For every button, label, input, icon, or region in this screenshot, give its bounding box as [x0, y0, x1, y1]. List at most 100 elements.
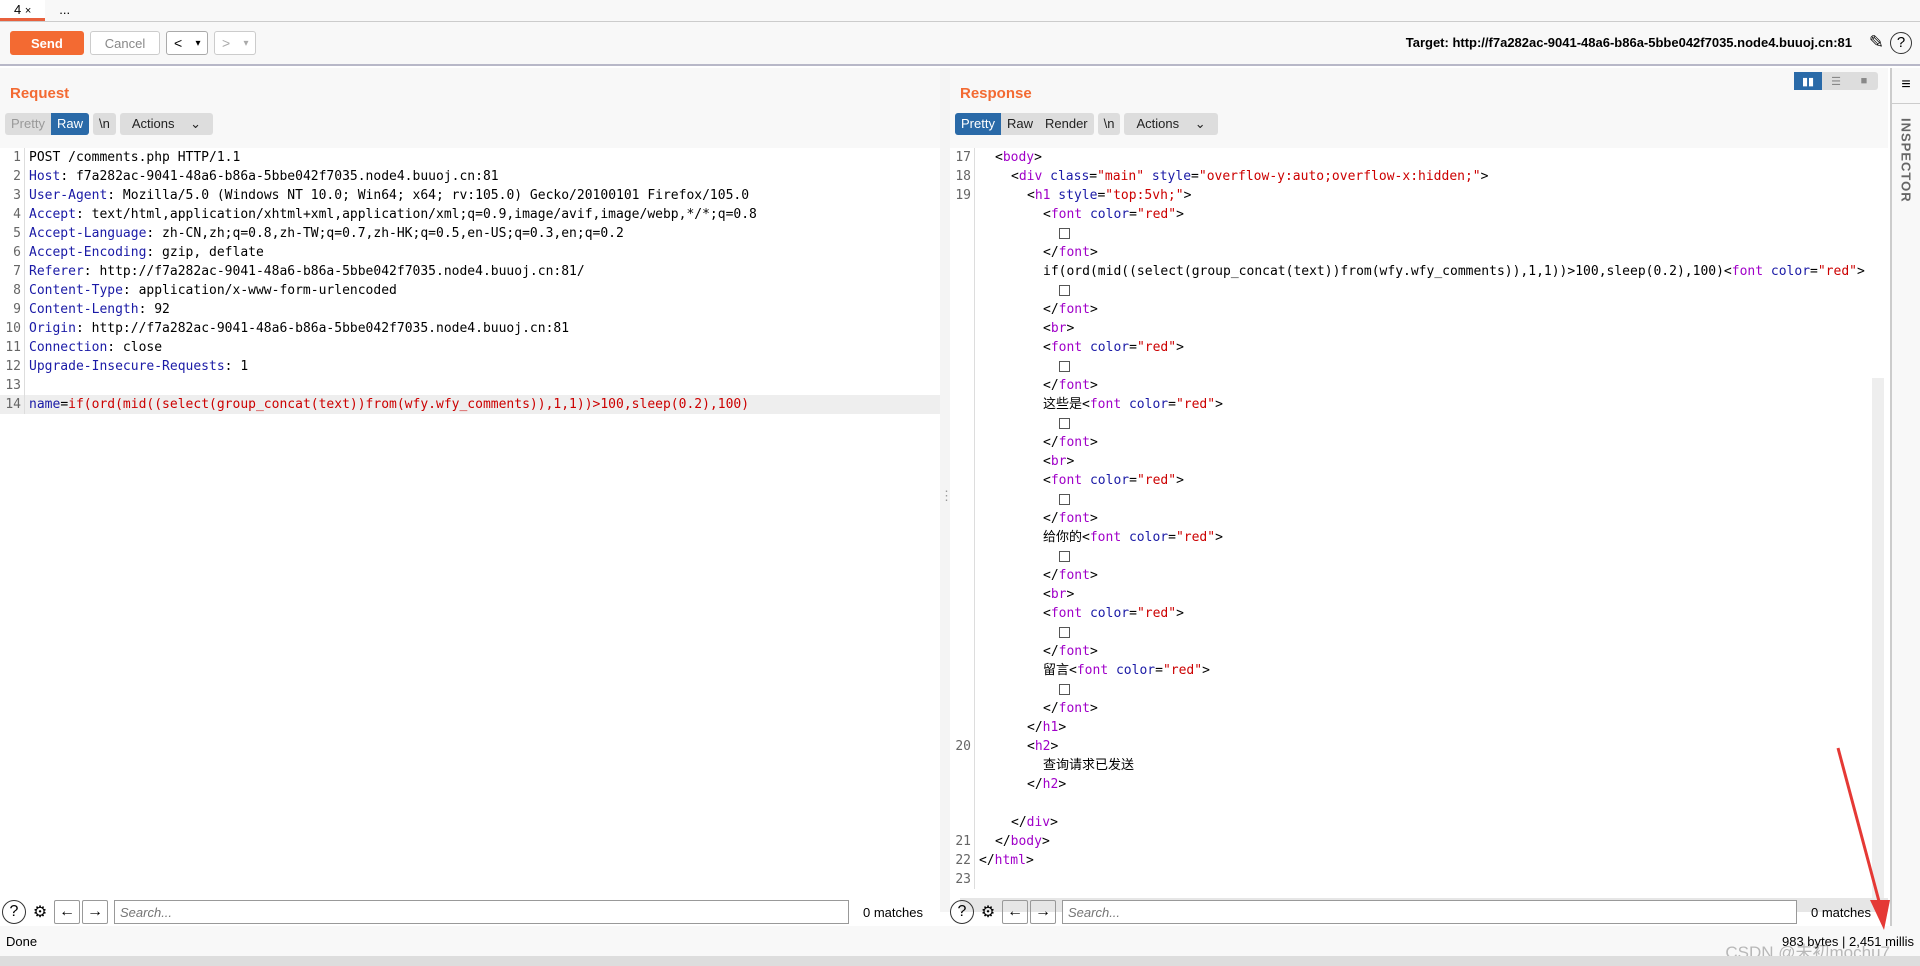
- code-token: >: [1025, 853, 1034, 868]
- code-token: <: [1723, 264, 1732, 279]
- close-icon[interactable]: ×: [25, 5, 31, 17]
- layout-side-by-side-icon[interactable]: ▮▮: [1794, 72, 1822, 90]
- help-icon[interactable]: ?: [1890, 32, 1912, 54]
- code-token: =: [1129, 606, 1137, 621]
- missing-glyph-icon: [1059, 418, 1070, 429]
- actions-menu[interactable]: Actions ⌄: [1124, 113, 1217, 135]
- code-token: h1: [1042, 720, 1059, 735]
- code-token: =: [1089, 169, 1098, 184]
- line-number: 17: [955, 150, 971, 165]
- line-number: 1: [13, 150, 21, 165]
- line-number: [950, 376, 974, 395]
- send-button[interactable]: Send: [10, 31, 84, 55]
- line-number: [950, 433, 974, 452]
- target-url[interactable]: Target: http://f7a282ac-9041-48a6-b86a-5…: [1406, 35, 1852, 50]
- code-line: 8 Content-Type: application/x-www-form-ur…: [0, 281, 940, 300]
- request-editor[interactable]: 1 POST /comments.php HTTP/1.1 2 Host: f7a28…: [0, 148, 940, 912]
- code-token: : http://f7a282ac-9041-48a6-b86a-5bbe042…: [75, 321, 570, 336]
- cancel-button[interactable]: Cancel: [89, 31, 161, 55]
- code-token: =: [1155, 663, 1163, 678]
- line-number: [950, 262, 974, 281]
- chevron-down-icon[interactable]: ▾: [196, 38, 201, 49]
- response-title: Response: [960, 85, 1032, 102]
- line-number: 7: [13, 264, 21, 279]
- line-number: 18: [955, 169, 971, 184]
- response-view-toggle: Pretty Raw Render: [955, 113, 1094, 135]
- code-token: style: [1050, 188, 1098, 203]
- line-number: [950, 319, 974, 338]
- line-number: [950, 414, 974, 433]
- code-line: <font color="red">: [950, 471, 1868, 490]
- next-match-icon[interactable]: →: [82, 900, 108, 924]
- inspector-menu-icon[interactable]: ≡: [1892, 68, 1920, 104]
- code-line: [950, 224, 1868, 243]
- line-number: 4: [13, 207, 21, 222]
- code-line: 12 Upgrade-Insecure-Requests: 1: [0, 357, 940, 376]
- line-number: 6: [13, 245, 21, 260]
- code-line: </font>: [950, 699, 1868, 718]
- view-render[interactable]: Render: [1039, 113, 1094, 135]
- code-token: body: [1010, 834, 1042, 849]
- line-number: [950, 452, 974, 471]
- code-token: </: [995, 834, 1011, 849]
- line-number: 20: [955, 739, 971, 754]
- line-number: [950, 585, 974, 604]
- chevron-down-icon: ⌄: [1194, 116, 1206, 131]
- pane-divider[interactable]: ⋮: [940, 68, 953, 912]
- pencil-icon[interactable]: ✎: [1869, 32, 1884, 53]
- code-token: color: [1121, 530, 1169, 545]
- search-input[interactable]: [114, 900, 849, 924]
- layout-stacked-icon[interactable]: ☰: [1822, 72, 1850, 90]
- gear-icon[interactable]: ⚙: [28, 900, 52, 924]
- line-number: 8: [13, 283, 21, 298]
- code-line: 17 <body>: [950, 148, 1868, 167]
- missing-glyph-icon: [1059, 285, 1070, 296]
- newline-toggle[interactable]: \n: [1098, 113, 1121, 135]
- response-editor[interactable]: 17 <body> 18 <div class="main" style="overf…: [950, 148, 1868, 898]
- code-token: color: [1082, 340, 1130, 355]
- gear-icon[interactable]: ⚙: [976, 900, 1000, 924]
- code-token: <: [1043, 454, 1051, 469]
- missing-glyph-icon: [1059, 627, 1070, 638]
- code-line: <br>: [950, 452, 1868, 471]
- code-token: =: [60, 397, 69, 412]
- code-token: font: [1058, 302, 1090, 317]
- code-token: br: [1050, 587, 1067, 602]
- code-line: [950, 623, 1868, 642]
- code-token: html: [994, 853, 1026, 868]
- prev-match-icon[interactable]: ←: [1002, 900, 1028, 924]
- view-pretty[interactable]: Pretty: [955, 113, 1001, 135]
- line-number: [950, 718, 974, 737]
- code-token: "red": [1136, 473, 1177, 488]
- code-token: : text/html,application/xhtml+xml,applic…: [75, 207, 757, 222]
- back-icon: <: [173, 35, 183, 51]
- layout-tabs-icon[interactable]: ■: [1850, 72, 1878, 90]
- help-icon[interactable]: ?: [950, 900, 974, 924]
- help-icon[interactable]: ?: [2, 900, 26, 924]
- code-token: color: [1082, 606, 1130, 621]
- code-token: div: [1026, 815, 1051, 830]
- tab-new[interactable]: ...: [45, 0, 84, 21]
- code-token: : f7a282ac-9041-48a6-b86a-5bbe042f7035.n…: [60, 169, 499, 184]
- actions-menu[interactable]: Actions ⌄: [120, 113, 213, 135]
- next-match-icon[interactable]: →: [1030, 900, 1056, 924]
- view-raw[interactable]: Raw: [50, 113, 89, 135]
- code-line: 20 <h2>: [950, 737, 1868, 756]
- newline-toggle[interactable]: \n: [93, 113, 116, 135]
- view-pretty[interactable]: Pretty: [5, 113, 51, 135]
- match-count: 0 matches: [863, 904, 923, 920]
- code-token: color: [1082, 473, 1130, 488]
- view-raw[interactable]: Raw: [1001, 113, 1039, 135]
- tab-4[interactable]: 4 ×: [0, 0, 46, 21]
- annotation-arrow-icon: [1836, 747, 1890, 930]
- code-token: >: [1089, 568, 1098, 583]
- forward-button[interactable]: > ▾: [214, 31, 257, 55]
- code-line: </font>: [950, 433, 1868, 452]
- back-button[interactable]: < ▾: [166, 31, 209, 55]
- status-text: Done: [6, 934, 38, 949]
- code-token: </: [1043, 644, 1059, 659]
- chevron-down-icon[interactable]: ▾: [244, 38, 249, 49]
- search-input[interactable]: [1062, 900, 1797, 924]
- prev-match-icon[interactable]: ←: [54, 900, 80, 924]
- code-token: "red": [1136, 340, 1177, 355]
